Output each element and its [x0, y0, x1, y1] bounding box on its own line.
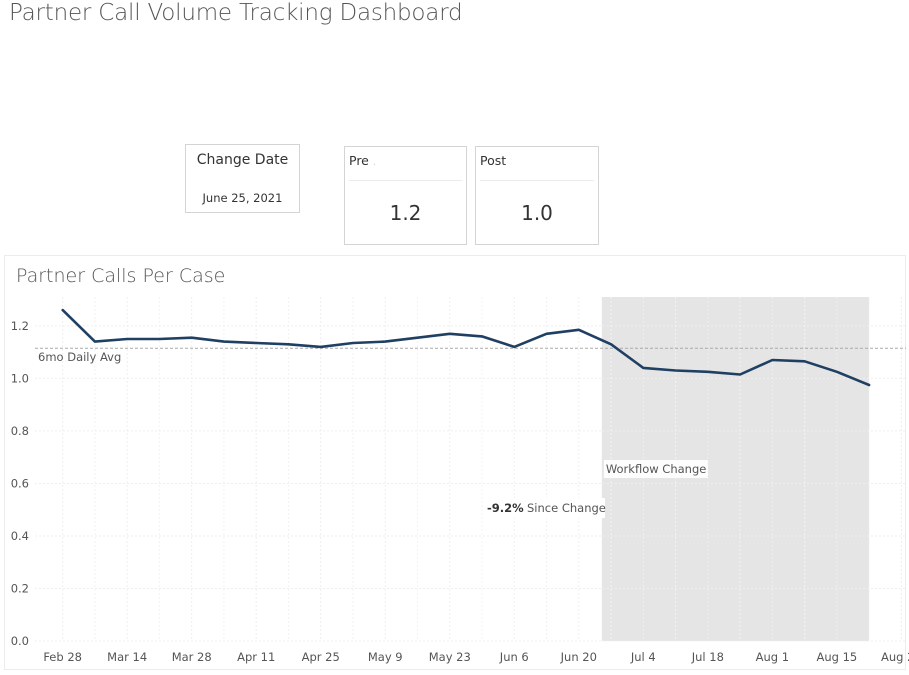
change-annotation-text: Since Change: [527, 501, 606, 515]
x-tick-label: Aug 15: [816, 650, 857, 664]
x-tick-label: May 23: [429, 650, 471, 664]
x-tick-label: Jun 6: [499, 650, 529, 664]
change-annotation-value: -9.2%: [487, 501, 524, 515]
y-tick-label: 0.0: [11, 634, 29, 648]
line-chart[interactable]: Feb 28 Mar 14 Mar 28 Apr 11 Apr 25 May 9 May 2…: [0, 0, 909, 675]
x-tick-label: May 9: [368, 650, 403, 664]
y-tick-label: 0.8: [11, 424, 29, 438]
x-tick-label: Jun 20: [560, 650, 597, 664]
x-tick-label: Feb 28: [43, 650, 82, 664]
band-label: Workflow Change: [606, 462, 707, 476]
reference-line-label: 6mo Daily Avg: [38, 350, 121, 364]
x-tick-label: Jul 4: [630, 650, 656, 664]
x-tick-label: Apr 25: [302, 650, 340, 664]
x-tick-label: Aug 29: [881, 650, 909, 664]
y-tick-label: 0.6: [11, 476, 29, 490]
x-tick-label: Apr 11: [237, 650, 275, 664]
y-tick-label: 1.2: [11, 319, 29, 333]
y-tick-label: 0.4: [11, 529, 29, 543]
x-tick-label: Aug 1: [756, 650, 789, 664]
x-tick-label: Jul 18: [691, 650, 724, 664]
x-tick-label: Mar 28: [172, 650, 212, 664]
x-tick-label: Mar 14: [107, 650, 147, 664]
y-tick-label: 0.2: [11, 581, 29, 595]
y-tick-label: 1.0: [11, 371, 29, 385]
